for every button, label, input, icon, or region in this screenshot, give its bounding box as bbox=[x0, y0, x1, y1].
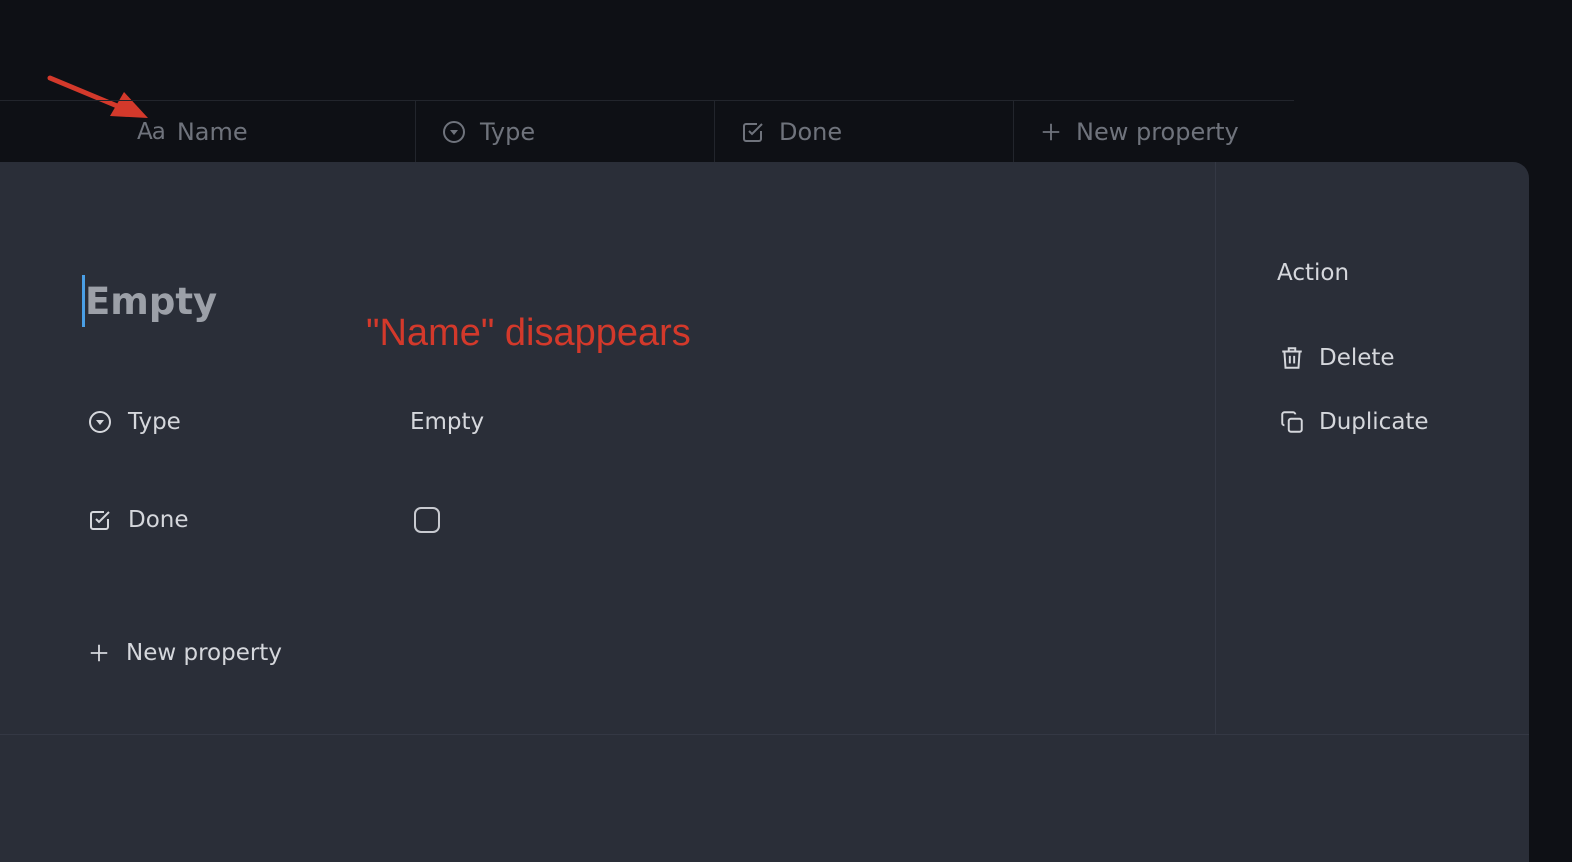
plus-icon bbox=[1040, 121, 1062, 143]
table-header-row: Aa Name Type Done New property bbox=[0, 100, 1294, 163]
delete-button[interactable]: Delete bbox=[1279, 338, 1395, 378]
duplicate-button[interactable]: Duplicate bbox=[1279, 402, 1429, 442]
record-detail-panel: Empty "Name" disappears Type Empty Done bbox=[0, 162, 1529, 862]
text-aa-icon: Aa bbox=[137, 119, 166, 145]
column-header-type[interactable]: Type bbox=[415, 101, 714, 163]
property-value-type[interactable]: Empty bbox=[410, 409, 484, 435]
select-circle-icon bbox=[88, 410, 112, 434]
property-label-text: Done bbox=[128, 507, 189, 533]
add-property-label: New property bbox=[126, 640, 282, 666]
done-checkbox[interactable] bbox=[414, 507, 440, 533]
column-header-label: New property bbox=[1076, 118, 1239, 146]
duplicate-label: Duplicate bbox=[1319, 409, 1429, 435]
checkbox-icon bbox=[88, 508, 112, 532]
column-header-label: Type bbox=[480, 118, 536, 146]
property-row-type: Type Empty bbox=[88, 402, 484, 442]
property-label-done[interactable]: Done bbox=[88, 507, 410, 533]
record-title-placeholder: Empty bbox=[85, 279, 218, 323]
annotation-text: "Name" disappears bbox=[366, 312, 691, 354]
action-section-title: Action bbox=[1277, 260, 1350, 286]
trash-icon bbox=[1279, 345, 1305, 371]
select-circle-icon bbox=[442, 120, 466, 144]
delete-label: Delete bbox=[1319, 345, 1395, 371]
column-header-name[interactable]: Aa Name bbox=[0, 101, 415, 163]
duplicate-icon bbox=[1279, 409, 1305, 435]
panel-horizontal-divider bbox=[0, 734, 1529, 735]
column-header-label: Done bbox=[779, 118, 843, 146]
property-label-type[interactable]: Type bbox=[88, 409, 410, 435]
property-row-done: Done bbox=[88, 500, 440, 540]
plus-icon bbox=[88, 642, 110, 664]
property-label-text: Type bbox=[128, 409, 181, 435]
record-title-input[interactable]: Empty bbox=[82, 274, 217, 328]
column-header-new-property[interactable]: New property bbox=[1013, 101, 1294, 163]
checkbox-icon bbox=[741, 120, 765, 144]
add-property-button[interactable]: New property bbox=[88, 633, 282, 673]
column-header-done[interactable]: Done bbox=[714, 101, 1013, 163]
column-header-label: Name bbox=[176, 118, 248, 146]
panel-vertical-divider bbox=[1215, 162, 1216, 734]
